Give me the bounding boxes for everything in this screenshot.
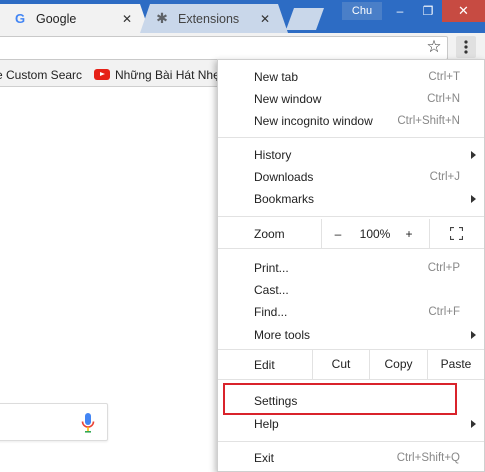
kebab-menu-icon bbox=[464, 40, 468, 54]
paste-button[interactable]: Paste bbox=[427, 349, 484, 379]
menu-item-new-incognito[interactable]: New incognito window Ctrl+Shift+N bbox=[218, 110, 484, 132]
menu-separator bbox=[218, 137, 484, 138]
fullscreen-icon[interactable] bbox=[450, 227, 463, 240]
submenu-arrow-icon bbox=[471, 151, 476, 159]
menu-item-downloads[interactable]: Downloads Ctrl+J bbox=[218, 166, 484, 188]
profile-button[interactable]: Chu bbox=[342, 2, 382, 20]
menu-item-exit[interactable]: Exit Ctrl+Shift+Q bbox=[218, 447, 484, 469]
menu-item-label: More tools bbox=[254, 328, 311, 342]
menu-item-shortcut: Ctrl+T bbox=[428, 71, 460, 83]
zoom-row: Zoom – 100% + bbox=[218, 219, 484, 248]
menu-item-cast[interactable]: Cast... bbox=[218, 279, 484, 301]
menu-separator bbox=[218, 379, 484, 380]
submenu-arrow-icon bbox=[471, 420, 476, 428]
menu-item-label: New tab bbox=[254, 70, 299, 84]
settings-highlight-box bbox=[223, 383, 457, 415]
zoom-out-button[interactable]: – bbox=[324, 219, 352, 248]
zoom-in-button[interactable]: + bbox=[398, 219, 420, 248]
bookmark-star-icon[interactable]: ☆ bbox=[425, 36, 443, 58]
new-tab-button[interactable] bbox=[286, 8, 324, 30]
menu-item-shortcut: Ctrl+N bbox=[427, 93, 460, 105]
menu-item-history[interactable]: History bbox=[218, 144, 484, 166]
menu-item-label: New window bbox=[254, 92, 322, 106]
menu-separator bbox=[218, 216, 484, 217]
menu-item-label: Print... bbox=[254, 261, 289, 275]
address-bar[interactable] bbox=[0, 36, 448, 60]
menu-item-more-tools[interactable]: More tools bbox=[218, 324, 484, 346]
menu-item-new-window[interactable]: New window Ctrl+N bbox=[218, 88, 484, 110]
submenu-arrow-icon bbox=[471, 195, 476, 203]
puzzle-piece-icon: ✱ bbox=[156, 10, 168, 26]
menu-item-shortcut: Ctrl+Shift+N bbox=[397, 115, 460, 127]
youtube-icon bbox=[94, 69, 110, 80]
menu-item-label: History bbox=[254, 148, 292, 162]
menu-separator bbox=[218, 441, 484, 442]
google-favicon-icon: G bbox=[14, 11, 26, 26]
menu-item-bookmarks[interactable]: Bookmarks bbox=[218, 188, 484, 210]
menu-item-label: Cast... bbox=[254, 283, 289, 297]
menu-item-label: New incognito window bbox=[254, 114, 373, 128]
menu-item-shortcut: Ctrl+J bbox=[429, 171, 460, 183]
tab-close-icon[interactable]: ✕ bbox=[120, 12, 134, 26]
menu-item-new-tab[interactable]: New tab Ctrl+T bbox=[218, 66, 484, 88]
menu-item-label: Downloads bbox=[254, 170, 314, 184]
tab-title: Extensions bbox=[178, 11, 240, 26]
bookmark-item[interactable]: e Custom Searc bbox=[0, 63, 84, 86]
tab-close-icon[interactable]: ✕ bbox=[258, 12, 272, 26]
zoom-label: Zoom bbox=[254, 227, 285, 241]
cut-button[interactable]: Cut bbox=[312, 349, 369, 379]
bookmark-item[interactable]: Những Bài Hát Nhẹ bbox=[94, 63, 218, 86]
menu-item-help[interactable]: Help bbox=[218, 413, 484, 435]
menu-item-print[interactable]: Print... Ctrl+P bbox=[218, 257, 484, 279]
copy-button[interactable]: Copy bbox=[369, 349, 427, 379]
zoom-level: 100% bbox=[359, 226, 391, 241]
menu-item-label: Exit bbox=[254, 451, 275, 465]
bookmark-label: Những Bài Hát Nhẹ bbox=[115, 67, 218, 82]
menu-item-shortcut: Ctrl+F bbox=[428, 306, 460, 318]
zoom-divider bbox=[429, 219, 430, 248]
menu-item-shortcut: Ctrl+P bbox=[427, 262, 460, 274]
submenu-arrow-icon bbox=[471, 331, 476, 339]
chrome-menu-button[interactable] bbox=[456, 36, 476, 58]
edit-label: Edit bbox=[254, 358, 275, 372]
menu-item-shortcut: Ctrl+Shift+Q bbox=[396, 452, 460, 464]
tab-title: Google bbox=[36, 11, 77, 26]
menu-item-label: Help bbox=[254, 417, 279, 431]
edit-row: Edit Cut Copy Paste bbox=[218, 349, 484, 379]
menu-item-label: Find... bbox=[254, 305, 288, 319]
menu-separator bbox=[218, 248, 484, 249]
zoom-divider bbox=[321, 219, 322, 248]
menu-item-label: Bookmarks bbox=[254, 192, 315, 206]
close-window-button[interactable]: ✕ bbox=[442, 0, 485, 22]
maximize-button[interactable]: ❐ bbox=[414, 0, 442, 22]
microphone-icon[interactable] bbox=[79, 411, 97, 435]
tab-google[interactable]: G Google ✕ bbox=[0, 4, 150, 33]
menu-item-find[interactable]: Find... Ctrl+F bbox=[218, 301, 484, 323]
bookmark-label: e Custom Searc bbox=[0, 67, 83, 82]
tab-extensions[interactable]: ✱ Extensions ✕ bbox=[140, 4, 288, 33]
minimize-button[interactable]: – bbox=[386, 0, 414, 22]
